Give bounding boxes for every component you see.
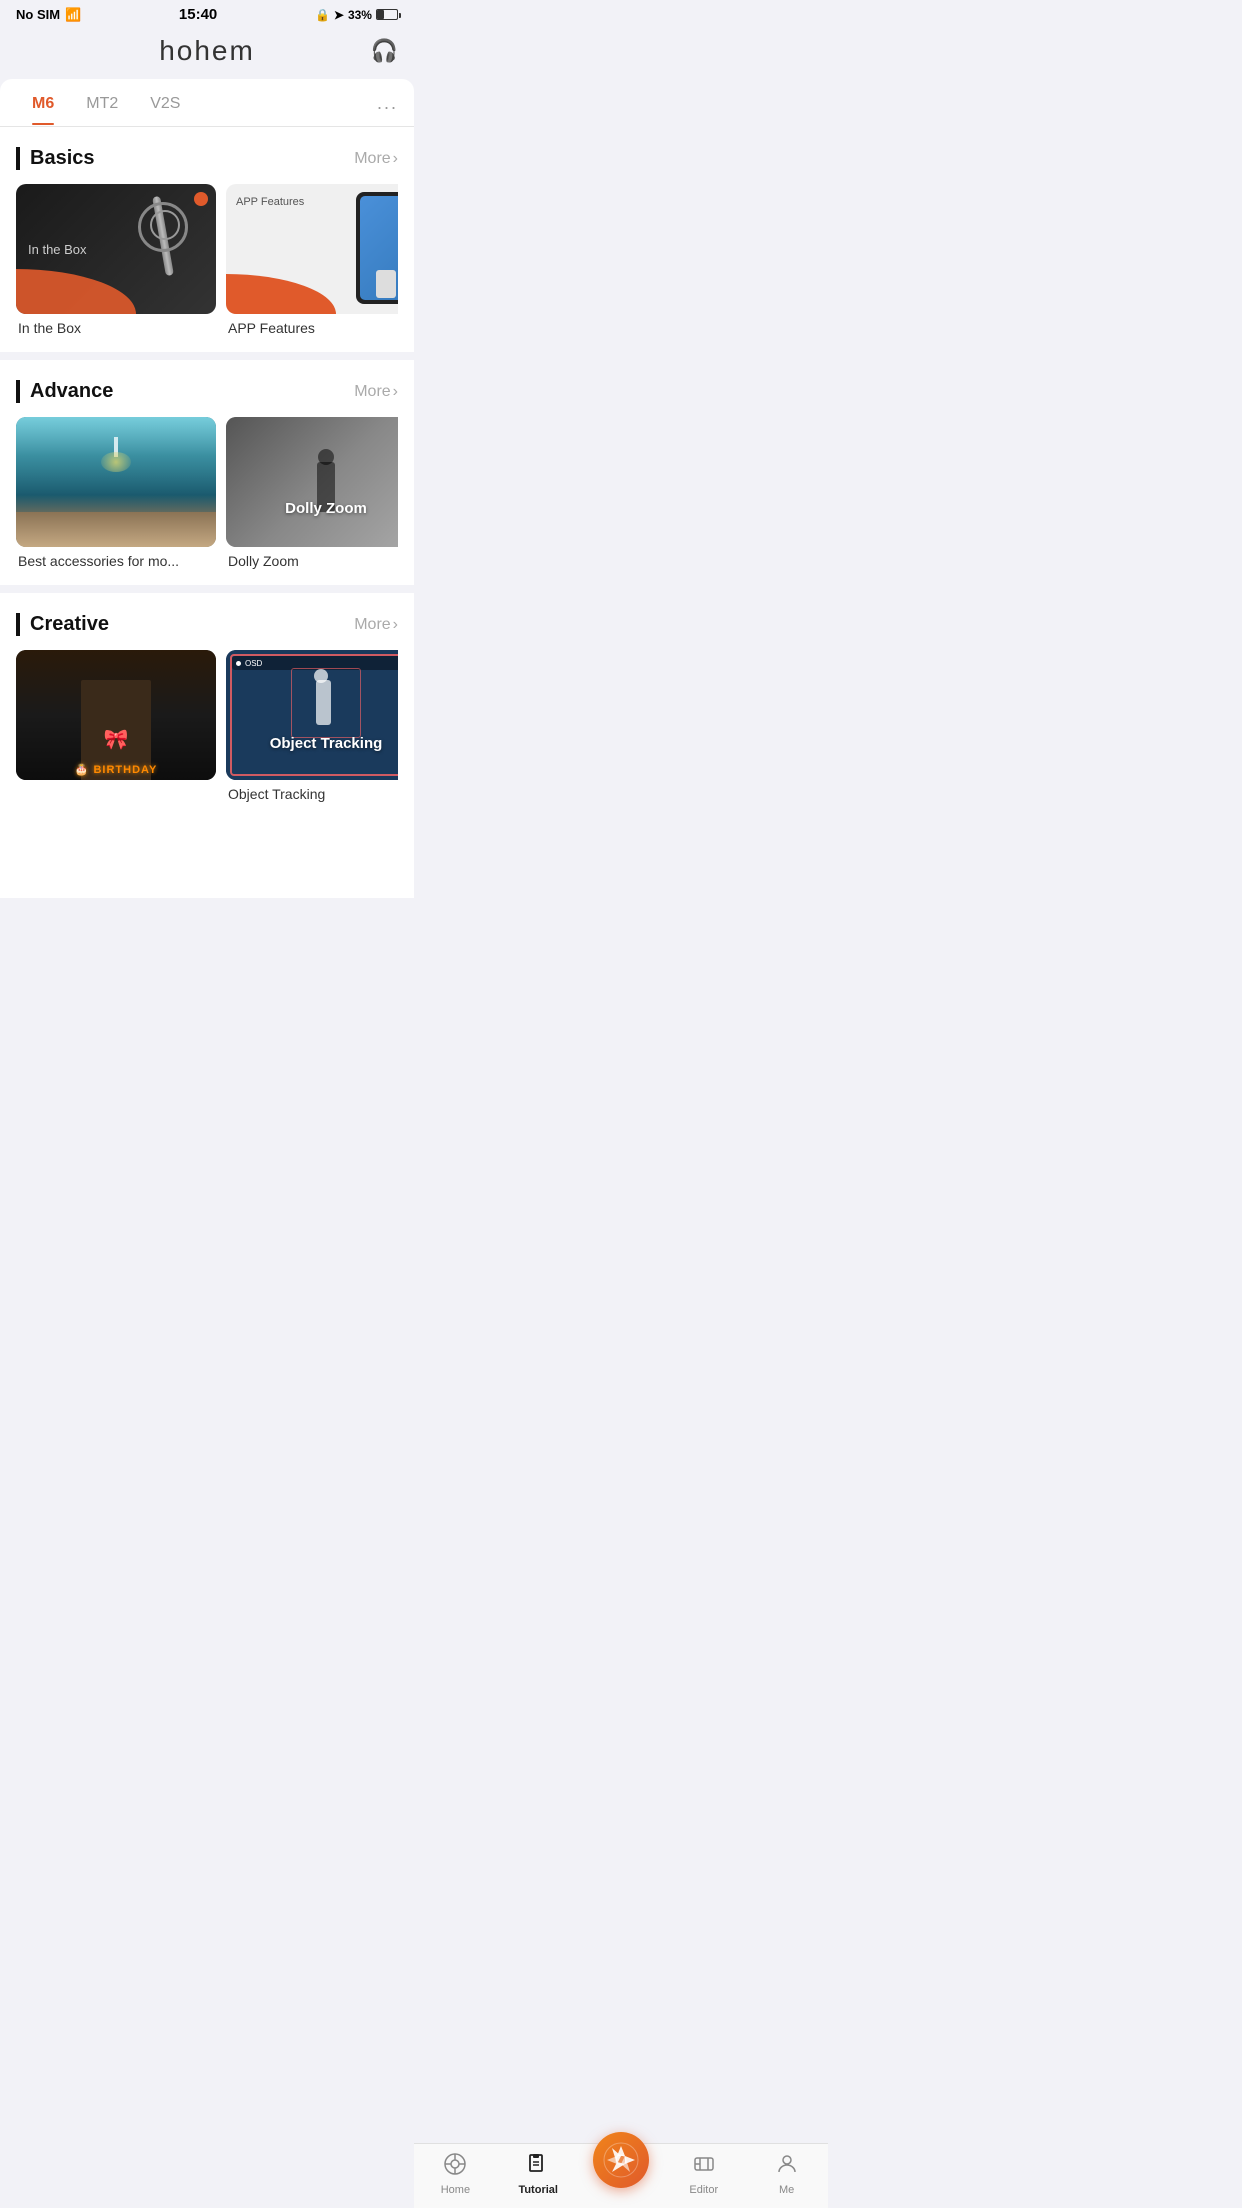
status-time: 15:40 bbox=[179, 6, 217, 23]
battery-percent: 33% bbox=[348, 8, 372, 22]
nav-editor-label: Editor bbox=[689, 2184, 718, 2196]
wifi-icon: 📶 bbox=[65, 7, 81, 23]
basics-card-2-label: APP Features bbox=[226, 320, 398, 336]
app-header: hohem 🎧 bbox=[0, 27, 414, 79]
creative-title: Creative bbox=[16, 613, 109, 636]
chevron-right-icon-2: › bbox=[393, 383, 398, 401]
basics-thumb-1: In the Box bbox=[16, 184, 216, 314]
advance-thumb-2: Dolly Zoom bbox=[226, 417, 398, 547]
advance-card-dolly-zoom[interactable]: Dolly Zoom Dolly Zoom bbox=[226, 417, 398, 569]
app-logo: hohem bbox=[159, 35, 255, 67]
tab-mt2[interactable]: MT2 bbox=[70, 81, 134, 125]
creative-card-object-tracking[interactable]: OSD Object Tracking Object Tracking bbox=[226, 650, 398, 802]
creative-card-birthday[interactable]: 🎂 BIRTHDAY 🎀 bbox=[16, 650, 216, 802]
nav-tutorial-label: Tutorial bbox=[518, 2184, 558, 2196]
nav-tutorial[interactable]: Tutorial bbox=[497, 2144, 580, 2208]
creative-thumb-1: 🎂 BIRTHDAY 🎀 bbox=[16, 650, 216, 780]
nav-home-label: Home bbox=[441, 2184, 470, 2196]
support-icon[interactable]: 🎧 bbox=[371, 38, 398, 64]
creative-cards-row: 🎂 BIRTHDAY 🎀 OSD bbox=[16, 650, 398, 810]
advance-thumb-1 bbox=[16, 417, 216, 547]
basics-title: Basics bbox=[16, 147, 95, 170]
advance-cards-row: Best accessories for mo... Dolly Zoom Do… bbox=[16, 417, 398, 577]
object-tracking-overlay: Object Tracking bbox=[270, 735, 383, 752]
camera-fab[interactable] bbox=[593, 2132, 649, 2188]
main-content: Basics More › In the Box bbox=[0, 127, 414, 898]
advance-card-2-label: Dolly Zoom bbox=[226, 553, 398, 569]
lock-icon: 🔒 bbox=[315, 8, 330, 22]
creative-card-2-label: Object Tracking bbox=[226, 786, 398, 802]
location-icon: ➤ bbox=[334, 8, 344, 22]
basics-card-in-the-box[interactable]: In the Box In the Box bbox=[16, 184, 216, 336]
basics-cards-row: In the Box In the Box APP Features bbox=[16, 184, 398, 344]
top-tab-bar: M6 MT2 V2S ... bbox=[0, 79, 414, 127]
tab-v2s[interactable]: V2S bbox=[134, 81, 196, 125]
battery-icon bbox=[376, 9, 398, 20]
creative-section-header: Creative More › bbox=[16, 613, 398, 636]
status-right: 🔒 ➤ 33% bbox=[315, 8, 398, 22]
camera-fab-icon bbox=[603, 2142, 639, 2178]
advance-more-button[interactable]: More › bbox=[354, 383, 398, 401]
me-icon bbox=[775, 2152, 799, 2182]
dolly-zoom-overlay: Dolly Zoom bbox=[285, 500, 367, 517]
home-icon bbox=[443, 2152, 467, 2182]
nav-home[interactable]: Home bbox=[414, 2144, 497, 2208]
creative-more-button[interactable]: More › bbox=[354, 616, 398, 634]
creative-section: Creative More › 🎂 BIRTHDAY 🎀 bbox=[0, 593, 414, 818]
tutorial-icon bbox=[526, 2152, 550, 2182]
in-the-box-thumb-label: In the Box bbox=[28, 242, 87, 257]
creative-thumb-2: OSD Object Tracking bbox=[226, 650, 398, 780]
advance-card-1-label: Best accessories for mo... bbox=[16, 553, 216, 569]
tab-m6[interactable]: M6 bbox=[16, 81, 70, 125]
status-bar: No SIM 📶 15:40 🔒 ➤ 33% bbox=[0, 0, 414, 27]
basics-thumb-2: APP Features bbox=[226, 184, 398, 314]
basics-card-1-label: In the Box bbox=[16, 320, 216, 336]
basics-section-header: Basics More › bbox=[16, 147, 398, 170]
section-divider-1 bbox=[0, 352, 414, 360]
nav-me-label: Me bbox=[779, 2184, 794, 2196]
nav-editor[interactable]: Editor bbox=[662, 2144, 745, 2208]
status-left: No SIM 📶 bbox=[16, 7, 81, 23]
basics-more-button[interactable]: More › bbox=[354, 150, 398, 168]
basics-section: Basics More › In the Box bbox=[0, 127, 414, 352]
section-divider-2 bbox=[0, 585, 414, 593]
basics-card-app-features[interactable]: APP Features APP Features bbox=[226, 184, 398, 336]
editor-icon bbox=[692, 2152, 716, 2182]
nav-me[interactable]: Me bbox=[745, 2144, 828, 2208]
chevron-right-icon-3: › bbox=[393, 616, 398, 634]
advance-section-header: Advance More › bbox=[16, 380, 398, 403]
app-features-thumb-label: APP Features bbox=[236, 196, 304, 208]
advance-title: Advance bbox=[16, 380, 113, 403]
carrier-text: No SIM bbox=[16, 7, 60, 22]
advance-card-accessories[interactable]: Best accessories for mo... bbox=[16, 417, 216, 569]
chevron-right-icon: › bbox=[393, 150, 398, 168]
tab-more-icon[interactable]: ... bbox=[377, 79, 398, 126]
advance-section: Advance More › Best accessories for mo..… bbox=[0, 360, 414, 585]
